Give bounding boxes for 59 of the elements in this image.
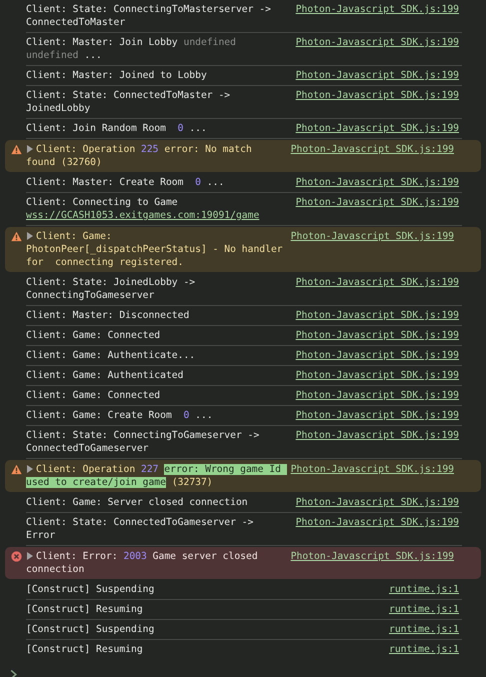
log-message: [Construct] Resuming [26,603,144,616]
log-message: Client: Master: Disconnected [26,309,190,322]
log-message: Client: Game: Connected [26,329,162,342]
log-message: Client: Operation 225 error: No match found (32760) [26,143,253,169]
source-link[interactable]: Photon-Javascript SDK.js:199 [296,329,459,342]
log-message: Client: State: ConnectedToGameserver -> Error [26,516,254,542]
prompt-chevron-icon[interactable] [10,669,17,677]
source-link[interactable]: Photon-Javascript SDK.js:199 [296,496,459,509]
log-message: Client: Connecting to Game wss://GCASH1053.exitgames.com:19091/game [26,196,260,222]
source-link[interactable]: Photon-Javascript SDK.js:199 [296,309,459,322]
url-link[interactable]: wss://GCASH1053.exitgames.com:19091/game [26,210,260,221]
log-message: Client: State: ConnectingToMasterserver -> ConnectedToMaster [26,3,272,29]
source-link[interactable]: Photon-Javascript SDK.js:199 [290,550,454,563]
warning-icon [11,144,22,155]
source-link[interactable]: Photon-Javascript SDK.js:199 [296,176,459,189]
log-message: Client: Error: 2003 Game server closed connection [26,550,259,576]
log-message: Client: State: ConnectedToMaster -> JoinedLobby [26,89,232,115]
log-message: Client: Game: Connected [26,389,162,402]
warning-icon [11,464,22,475]
source-link[interactable]: Photon-Javascript SDK.js:199 [296,349,459,362]
log-message: [Construct] Resuming [26,643,144,656]
expand-caret-icon[interactable] [27,232,33,240]
log-message: Client: Master: Create Room 0 ... [26,176,226,189]
log-message: Client: Game: Authenticate... [26,349,196,362]
expand-caret-icon[interactable] [27,552,33,560]
log-message: [Construct] Suspending [26,623,156,636]
log-message: [Construct] Suspending [26,583,156,596]
source-link[interactable]: Photon-Javascript SDK.js:199 [296,196,459,209]
log-message: Client: Game: Authenticated [26,369,184,382]
log-message: Client: Game: PhotonPeer[_dispatchPeerStatus] - No handler for connecting registered. [26,230,283,269]
source-link[interactable]: Photon-Javascript SDK.js:199 [296,3,459,16]
error-icon [11,551,22,562]
source-link[interactable]: Photon-Javascript SDK.js:199 [290,143,454,156]
source-link[interactable]: Photon-Javascript SDK.js:199 [296,69,459,82]
expand-caret-icon[interactable] [27,145,33,153]
source-link[interactable]: Photon-Javascript SDK.js:199 [290,230,454,243]
warning-icon [11,231,22,242]
source-link[interactable]: Photon-Javascript SDK.js:199 [296,429,459,442]
log-message: Client: State: ConnectingToGameserver -> ConnectedToGameserver [26,429,260,455]
source-link[interactable]: Photon-Javascript SDK.js:199 [296,89,459,102]
log-message: Client: Game: Create Room 0 ... [26,409,214,422]
log-message: Client: Master: Joined to Lobby [26,69,208,82]
source-link[interactable]: Photon-Javascript SDK.js:199 [296,516,459,529]
expand-caret-icon[interactable] [27,465,33,473]
source-link[interactable]: Photon-Javascript SDK.js:199 [296,409,459,422]
log-message: Client: Master: Join Lobby undefined undefined ... [26,36,237,62]
source-link[interactable]: runtime.js:1 [389,643,459,656]
source-link[interactable]: runtime.js:1 [389,603,459,616]
source-link[interactable]: Photon-Javascript SDK.js:199 [296,389,459,402]
source-link[interactable]: Photon-Javascript SDK.js:199 [296,36,459,49]
source-link[interactable]: Photon-Javascript SDK.js:199 [296,276,459,289]
source-link[interactable]: runtime.js:1 [389,623,459,636]
source-link[interactable]: Photon-Javascript SDK.js:199 [296,122,459,135]
log-message: Client: State: JoinedLobby -> ConnectingToGameserver [26,276,196,302]
log-message: Client: Join Random Room 0 ... [26,122,208,135]
source-link[interactable]: runtime.js:1 [389,583,459,596]
source-link[interactable]: Photon-Javascript SDK.js:199 [290,463,454,476]
log-message: Client: Game: Server closed connection [26,496,249,509]
source-link[interactable]: Photon-Javascript SDK.js:199 [296,369,459,382]
